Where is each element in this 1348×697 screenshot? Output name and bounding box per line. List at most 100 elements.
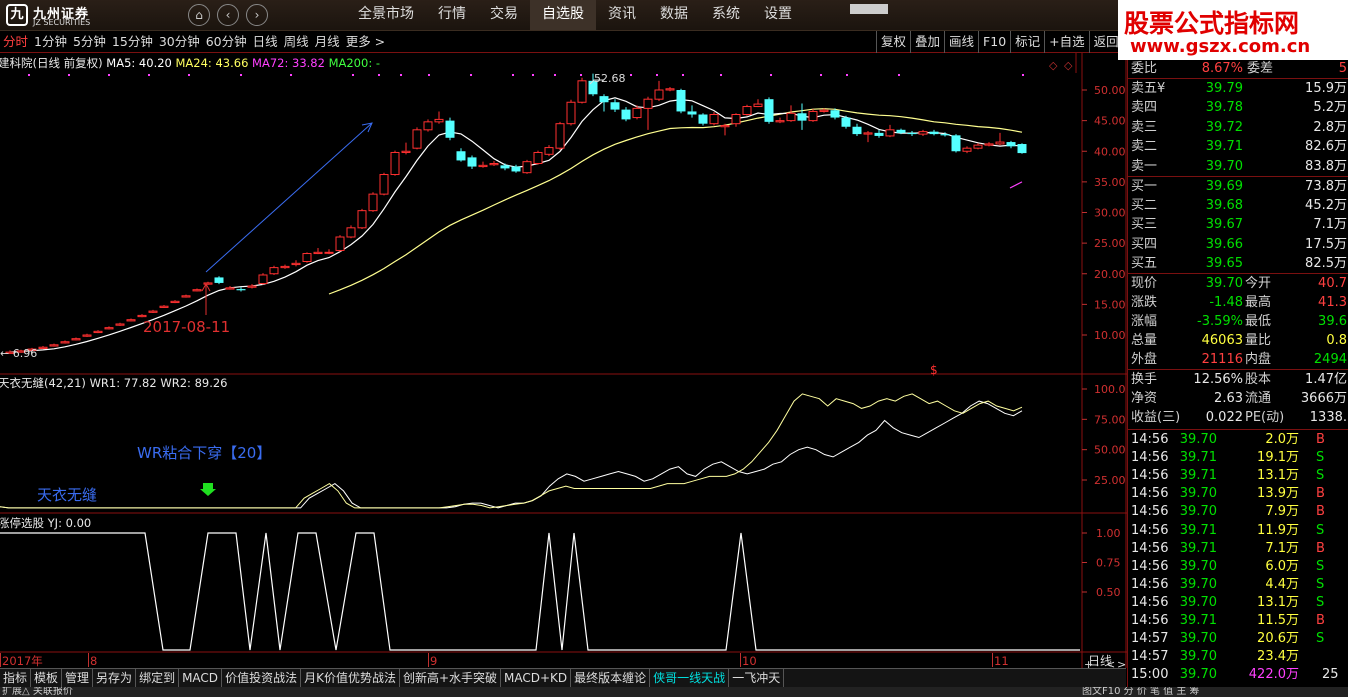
toolbar-button[interactable]: 画线 [944, 31, 978, 53]
status-right[interactable]: 图文F10 分 价 笔 值 主 筹 [1082, 687, 1200, 697]
period-tab[interactable]: 30分钟 [156, 31, 203, 53]
signal-dot [240, 74, 242, 76]
status-left[interactable]: 扩展△ 关联报价 [2, 687, 73, 697]
weicha-label: 委差 [1247, 61, 1274, 76]
signal-dot [470, 74, 472, 76]
period-tab[interactable]: 更多 > [343, 31, 388, 53]
indicator-tab[interactable]: 价值投资战法 [222, 669, 302, 687]
tick-side: B [1316, 540, 1325, 556]
candle-body [577, 80, 587, 103]
chart-toolbar: 复权 叠加 画线 F10 标记 +自选 返回 [876, 31, 1123, 53]
period-tab[interactable]: 5分钟 [70, 31, 109, 53]
stat-label: 股本 [1245, 372, 1272, 387]
bid-price: 39.69 [1205, 179, 1243, 194]
tick-volume: 7.1万 [1265, 540, 1299, 556]
chart-canvas[interactable]: 50.00 45.00 40.00 35.00 30.00 25.00 20.00 15.00… [0, 53, 1127, 668]
ask-label: 卖二 [1131, 139, 1158, 155]
tick-side: S [1316, 558, 1325, 574]
toolbar-button[interactable]: F10 [978, 31, 1010, 53]
stat-row: 换手 12.56% 股本 1.47亿 [1128, 371, 1348, 389]
candle-body [500, 165, 510, 169]
tick-time: 14:56 [1131, 468, 1169, 484]
stat-row: 涨幅 -3.59% 最低 39.6 [1128, 313, 1348, 331]
g-ma5 [9, 97, 1023, 353]
weibi-value: 8.67% [1201, 61, 1243, 76]
back-icon[interactable]: ‹ [217, 4, 239, 26]
nav-item[interactable]: 系统 [700, 0, 752, 30]
bid-price: 39.67 [1205, 217, 1243, 233]
candle-body [104, 327, 114, 330]
tick-volume: 23.4万 [1257, 649, 1299, 665]
stat-label: 现价 [1131, 276, 1158, 291]
tick-volume: 13.1万 [1257, 468, 1299, 484]
nav-item[interactable]: 资讯 [596, 0, 648, 30]
indicator-tab[interactable]: MACD [179, 669, 223, 687]
sell-signal-mark: $ [930, 363, 938, 377]
candle-body [863, 132, 873, 135]
toolbar-button[interactable]: 复权 [876, 31, 910, 53]
nav-item[interactable]: 全景市场 [346, 0, 426, 30]
candle-body [918, 131, 928, 135]
period-tab[interactable]: 月线 [312, 31, 343, 53]
nav-item[interactable]: 交易 [478, 0, 530, 30]
indicator-tab[interactable]: 另存为 [93, 669, 137, 687]
stat-value: 2494 [1313, 352, 1347, 367]
period-tab[interactable]: 15分钟 [109, 31, 156, 53]
indicator-tab[interactable]: 一飞冲天 [729, 669, 785, 687]
indicator-tab[interactable]: 管理 [62, 669, 94, 687]
indicator-tab[interactable]: 指标 [0, 669, 32, 687]
candle-body [621, 109, 631, 120]
candle-body [456, 151, 466, 161]
search-box[interactable] [850, 4, 888, 14]
toolbar-button[interactable]: 叠加 [910, 31, 944, 53]
stat-value: 41.3 [1318, 295, 1347, 310]
nav-item[interactable]: 自选股 [530, 0, 596, 30]
buy-signal-arrow [200, 483, 216, 496]
indicator-tab[interactable]: 侠哥一线天战 [650, 669, 730, 687]
toolbar-button[interactable]: +自选 [1044, 31, 1088, 53]
y-tick-label: 10.00 [1094, 329, 1126, 342]
period-tab[interactable]: 日线 [250, 31, 281, 53]
candle-body [390, 151, 400, 176]
indicator-tab[interactable]: 月K价值优势战法 [301, 669, 400, 687]
candle-body [676, 90, 686, 112]
nav-item[interactable]: 行情 [426, 0, 478, 30]
ask-price: 39.72 [1205, 119, 1243, 135]
tick-volume: 11.9万 [1257, 522, 1299, 538]
tick-price: 39.70 [1179, 667, 1217, 683]
candle-body [544, 147, 554, 155]
main-pane-legend: 建科院(日线 前复权) MA5: 40.20 MA24: 43.66 MA72:… [0, 55, 380, 71]
candle-body [434, 118, 444, 123]
period-tab[interactable]: 1分钟 [31, 31, 70, 53]
zoom-button: - [1095, 658, 1099, 668]
indicator-tab[interactable]: 模板 [31, 669, 63, 687]
tick-side: B [1316, 486, 1325, 502]
candle-body [764, 99, 774, 122]
indicator-tab[interactable]: 最终版本缠论 [571, 669, 651, 687]
signal-dot [108, 74, 110, 76]
ma-legend-item: MA200: - [324, 56, 380, 70]
ma72-segment [1009, 181, 1023, 189]
indicator-tab[interactable]: 创新高+水手突破 [400, 669, 502, 687]
toolbar-button[interactable]: 标记 [1010, 31, 1044, 53]
stat-row: 现价 39.70 今开 40.7 [1128, 275, 1348, 293]
nav-item[interactable]: 设置 [752, 0, 804, 30]
period-tab[interactable]: 60分钟 [203, 31, 250, 53]
bid-volume: 82.5万 [1305, 255, 1347, 271]
tick-row: 14:56 39.70 4.4万 S [1128, 576, 1348, 594]
indicator-tab[interactable]: 绑定到 [136, 669, 180, 687]
bid-row: 买四 39.66 17.5万 [1128, 236, 1348, 254]
period-tab[interactable]: 分时 [0, 31, 31, 53]
period-tab[interactable]: 周线 [281, 31, 312, 53]
candle-body [687, 111, 697, 115]
tick-row: 14:56 39.71 19.1万 S [1128, 449, 1348, 467]
candle-body [368, 193, 378, 212]
bid-volume: 17.5万 [1305, 236, 1347, 252]
indicator-tab[interactable]: MACD+KD [501, 669, 572, 687]
nav-item[interactable]: 数据 [648, 0, 700, 30]
candles [5, 73, 1027, 354]
candle-body [951, 135, 961, 152]
tick-time: 14:56 [1131, 613, 1169, 628]
forward-icon[interactable]: › [246, 4, 268, 26]
home-icon[interactable]: ⌂ [188, 4, 210, 26]
